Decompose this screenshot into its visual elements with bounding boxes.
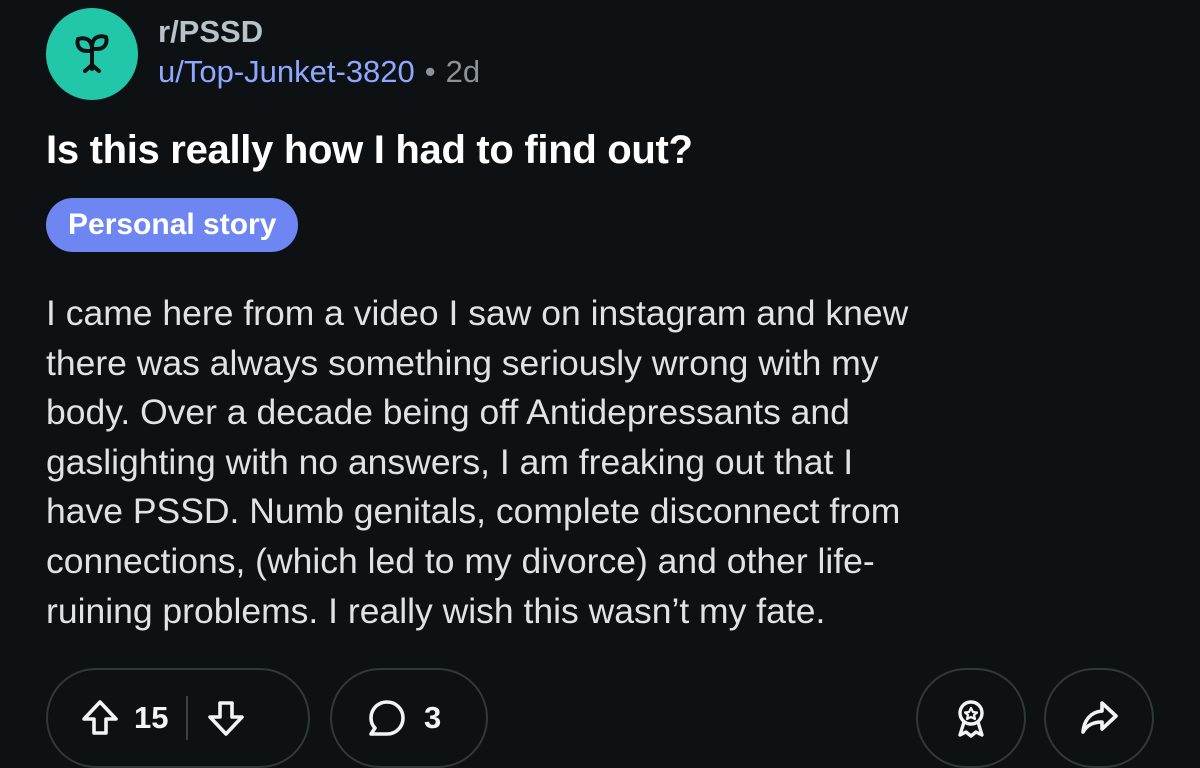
post-flair[interactable]: Personal story (46, 198, 299, 252)
post-meta: r/PSSD u/Top-Junket-3820 • 2d (158, 8, 480, 92)
author-link[interactable]: u/Top-Junket-3820 (158, 52, 415, 92)
sprout-logo-icon (75, 34, 109, 73)
subreddit-name[interactable]: r/PSSD (158, 12, 480, 52)
downvote-button[interactable] (206, 698, 246, 738)
post-header: r/PSSD u/Top-Junket-3820 • 2d (46, 8, 480, 100)
post-body: I came here from a video I saw on instag… (46, 293, 909, 631)
subreddit-avatar[interactable] (46, 8, 138, 100)
comments-button[interactable]: 3 (330, 668, 488, 768)
comment-icon-wrap (366, 697, 408, 739)
share-button[interactable] (1044, 668, 1154, 768)
vote-divider (186, 696, 189, 740)
post-actions-bar: 15 3 (0, 668, 1200, 768)
meta-separator: • (424, 54, 436, 89)
comment-bubble-icon (369, 700, 405, 736)
upvote-arrow-icon (82, 700, 118, 735)
upvote-button[interactable] (80, 698, 120, 738)
downvote-arrow-icon (208, 701, 245, 736)
award-button[interactable] (916, 668, 1026, 768)
author-line: u/Top-Junket-3820 • 2d (158, 52, 480, 92)
share-arrow-icon (1081, 701, 1118, 734)
post-title: Is this really how I had to find out? (46, 128, 693, 172)
comment-count: 3 (424, 700, 442, 735)
vote-count: 15 (134, 700, 169, 735)
post-age: 2d (445, 54, 481, 89)
award-icon (958, 700, 984, 738)
vote-pill: 15 (46, 668, 310, 768)
